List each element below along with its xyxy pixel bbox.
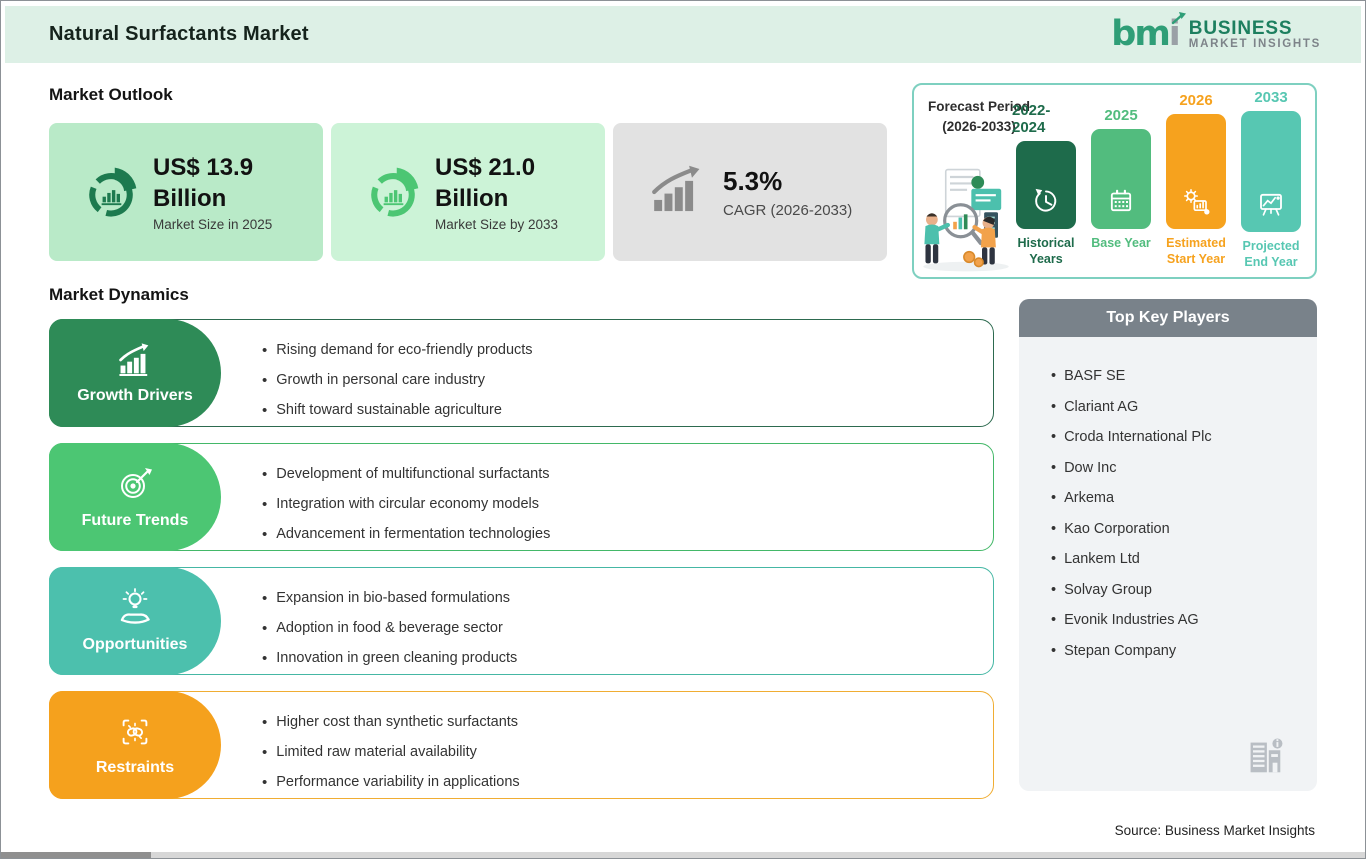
card-text: US$ 13.9 Billion Market Size in 2025 <box>153 152 272 232</box>
bar-estimated-start <box>1166 114 1226 229</box>
bullet-item: Performance variability in applications <box>262 767 993 797</box>
logo-mark-text: bm <box>1111 13 1171 54</box>
bullet-item: Advancement in fermentation technologies <box>262 519 993 549</box>
bullet-item: Growth in personal care industry <box>262 365 993 395</box>
top-key-players-panel: Top Key Players BASF SE Clariant AG Crod… <box>1019 299 1317 791</box>
source-attribution: Source: Business Market Insights <box>1114 823 1315 838</box>
company-building-icon <box>1250 737 1284 773</box>
list-item: Clariant AG <box>1051 392 1303 423</box>
list-item: Arkema <box>1051 483 1303 514</box>
future-trends-pill: Future Trends <box>49 443 221 551</box>
gear-chart-icon <box>1184 189 1210 215</box>
list-item: Kao Corporation <box>1051 514 1303 545</box>
outlook-cards: US$ 13.9 Billion Market Size in 2025 US$… <box>49 123 887 261</box>
header-bar: Natural Surfactants Market bm i BUSINESS … <box>5 6 1361 63</box>
presentation-icon <box>1260 193 1282 216</box>
bar-projected-end <box>1241 111 1301 232</box>
market-dynamics-heading: Market Dynamics <box>49 285 189 304</box>
growth-drivers-label: Growth Drivers <box>77 387 193 404</box>
bmi-logo-mark: bm i <box>1111 11 1186 54</box>
bar-year-label: 2022-2024 <box>1012 102 1051 136</box>
list-item: Dow Inc <box>1051 453 1303 484</box>
market-size-unit: Billion <box>153 185 227 212</box>
market-size-value: US$ 21.0 <box>435 153 536 181</box>
list-item: Solvay Group <box>1051 575 1303 606</box>
card-text: 5.3% CAGR (2026-2033) <box>723 165 852 219</box>
market-size-value: US$ 13.9 <box>153 153 254 181</box>
cagr-value: 5.3% <box>723 166 783 197</box>
forecast-bar-base: 2025 Base Year <box>1087 89 1155 271</box>
bar-role-label: Historical Years <box>1017 236 1075 267</box>
market-size-2033-card: US$ 21.0 Billion Market Size by 2033 <box>331 123 605 261</box>
bullet-item: Higher cost than synthetic surfactants <box>262 707 993 737</box>
bullet-item: Integration with circular economy models <box>262 489 993 519</box>
bar-role-label: Estimated Start Year <box>1166 236 1226 267</box>
constraint-link-icon <box>122 719 148 745</box>
idea-hand-icon <box>120 588 150 624</box>
analysts-illustration <box>923 168 1009 272</box>
bullet-item: Rising demand for eco-friendly products <box>262 335 993 365</box>
market-size-unit: Billion <box>435 185 509 212</box>
bmi-logo: bm i BUSINESS MARKET INSIGHTS <box>1111 11 1321 54</box>
forecast-period-panel: Forecast Period (2026-2033) 2022-2024 Hi… <box>912 83 1317 279</box>
forecast-bar-historical: 2022-2024 Historical Years <box>1012 89 1080 271</box>
bar-historical <box>1016 141 1076 229</box>
list-item: Croda International Plc <box>1051 422 1303 453</box>
bullet-item: Expansion in bio-based formulations <box>262 583 993 613</box>
opportunities-label: Opportunities <box>82 636 188 653</box>
future-trends-label: Future Trends <box>81 512 189 529</box>
horizontal-scrollbar[interactable] <box>1 852 1365 858</box>
bar-role-label: Projected End Year <box>1242 238 1300 270</box>
bar-year-label: 2025 <box>1104 107 1138 124</box>
bullet-item: Limited raw material availability <box>262 737 993 767</box>
opportunities-pill: Opportunities <box>49 567 221 675</box>
forecast-bar-start: 2026 Estimated Start Year <box>1162 89 1230 271</box>
growth-arrow-icon <box>652 165 700 212</box>
calendar-icon <box>1110 189 1132 212</box>
market-size-caption: Market Size in 2025 <box>153 217 273 233</box>
market-outlook-heading: Market Outlook <box>49 85 173 104</box>
opportunities-row: Opportunities Expansion in bio-based for… <box>49 567 994 675</box>
history-clock-icon <box>1035 188 1057 212</box>
bar-role-label: Base Year <box>1091 236 1151 250</box>
list-item: Evonik Industries AG <box>1051 605 1303 636</box>
bar-year-label: 2026 <box>1179 92 1213 109</box>
restraints-row: Restraints Higher cost than synthetic su… <box>49 691 994 799</box>
scrollbar-thumb[interactable] <box>1 852 151 858</box>
donut-chart-icon <box>89 167 137 217</box>
bullet-item: Development of multifunctional surfactan… <box>262 459 993 489</box>
logo-line1: BUSINESS <box>1188 17 1293 39</box>
logo-arrow-icon <box>1171 11 1186 24</box>
donut-chart-icon <box>371 167 419 217</box>
page-title: Natural Surfactants Market <box>49 23 309 45</box>
growth-drivers-pill: Growth Drivers <box>49 319 221 427</box>
forecast-bar-end: 2033 Projected End Year <box>1237 89 1305 271</box>
logo-line2: MARKET INSIGHTS <box>1188 38 1321 51</box>
cagr-card: 5.3% CAGR (2026-2033) <box>613 123 887 261</box>
key-players-list: BASF SE Clariant AG Croda International … <box>1019 337 1317 666</box>
bar-year-label: 2033 <box>1254 89 1288 106</box>
restraints-label: Restraints <box>95 759 175 776</box>
restraints-pill: Restraints <box>49 691 221 799</box>
bar-base-year <box>1091 129 1151 229</box>
list-item: BASF SE <box>1051 361 1303 392</box>
bullet-item: Innovation in green cleaning products <box>262 643 993 673</box>
bullet-item: Adoption in food & beverage sector <box>262 613 993 643</box>
growth-chart-icon <box>119 343 149 376</box>
market-size-2025-card: US$ 13.9 Billion Market Size in 2025 <box>49 123 323 261</box>
cagr-caption: CAGR (2026-2033) <box>723 201 853 219</box>
logo-wordmark: BUSINESS MARKET INSIGHTS <box>1188 17 1321 51</box>
target-dart-icon <box>121 468 152 498</box>
market-size-caption: Market Size by 2033 <box>435 217 559 233</box>
growth-drivers-row: Growth Drivers Rising demand for eco-fri… <box>49 319 994 427</box>
list-item: Stepan Company <box>1051 636 1303 667</box>
list-item: Lankem Ltd <box>1051 544 1303 575</box>
forecast-bars: 2022-2024 Historical Years 2025 Base Yea… <box>1012 89 1305 271</box>
bullet-item: Shift toward sustainable agriculture <box>262 395 993 425</box>
card-text: US$ 21.0 Billion Market Size by 2033 <box>435 152 558 232</box>
top-key-players-heading: Top Key Players <box>1019 299 1317 337</box>
infographic-page: Natural Surfactants Market bm i BUSINESS … <box>0 0 1366 859</box>
future-trends-row: Future Trends Development of multifuncti… <box>49 443 994 551</box>
